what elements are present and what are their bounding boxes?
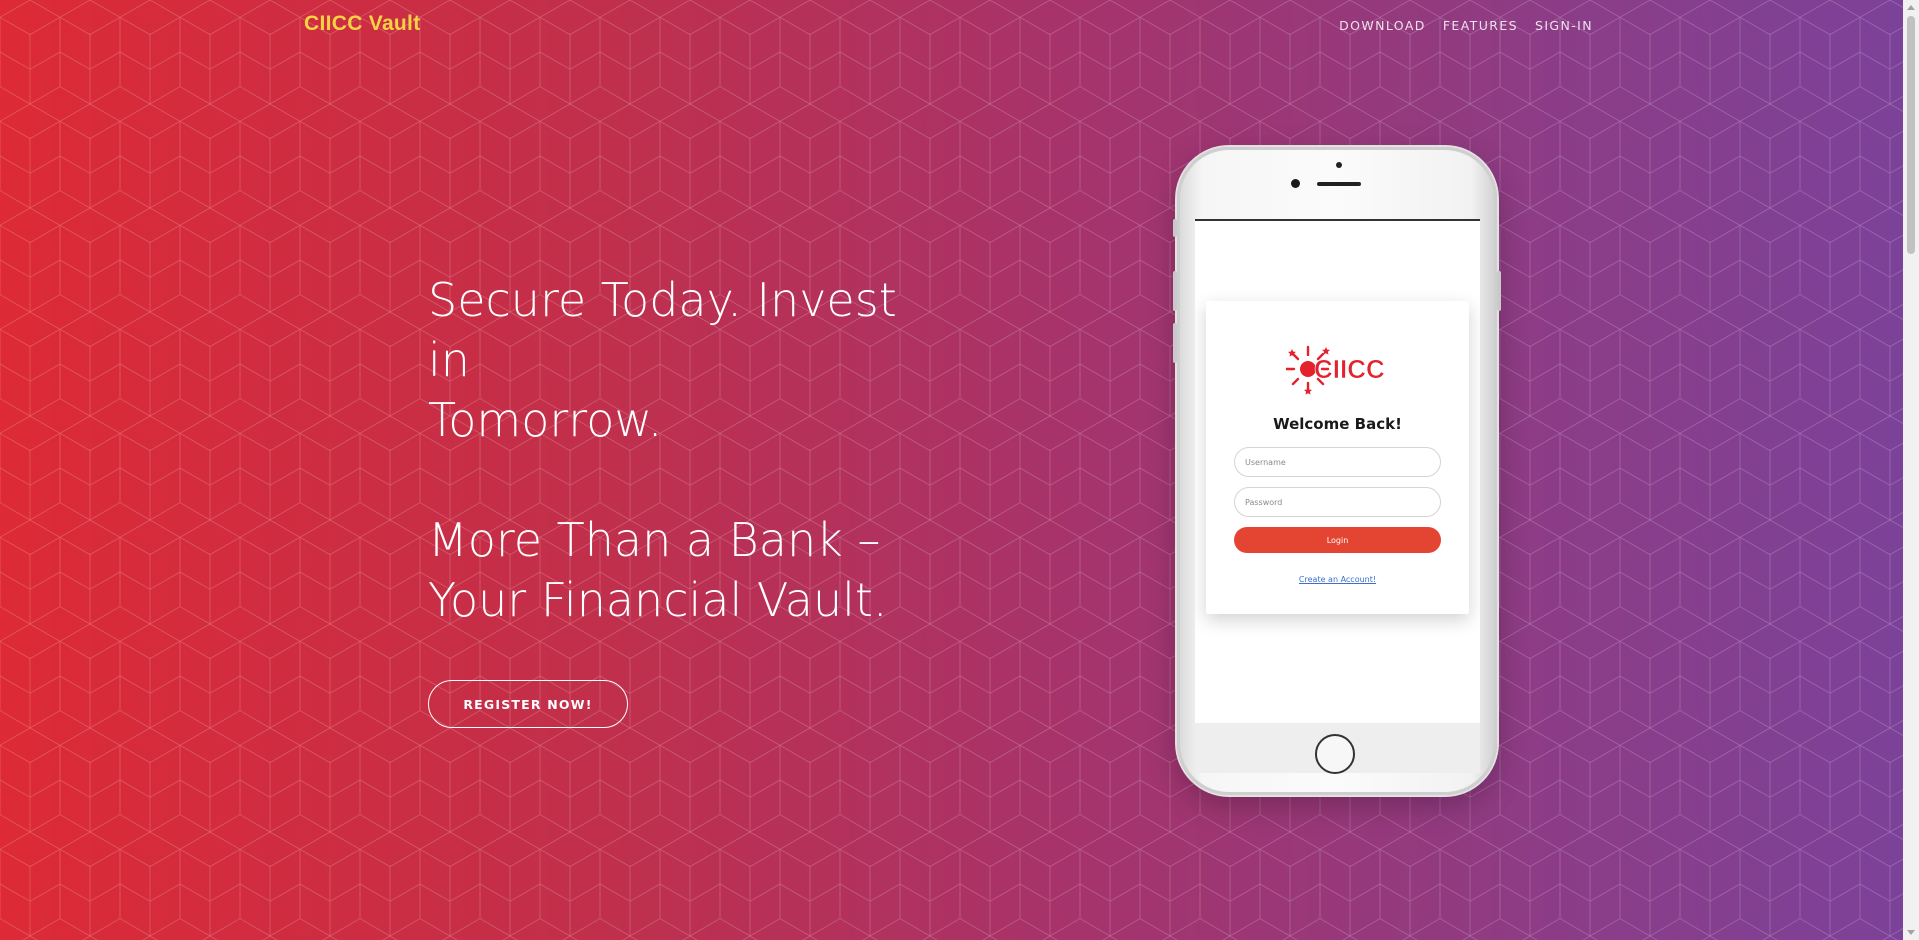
phone-power-button — [1497, 271, 1501, 311]
login-card: CIICC Welcome Back! Login Create an Acco… — [1206, 301, 1469, 614]
hero-subheadline-line2: Your Financial Vault. — [428, 573, 888, 627]
nav-sign-in[interactable]: SIGN-IN — [1535, 18, 1593, 33]
hero-headline-line1: Secure Today. Invest in — [428, 273, 897, 387]
phone-home-button — [1315, 734, 1355, 774]
hero-headline-line2: Tomorrow. — [428, 393, 663, 447]
logo-text: CIICC — [1314, 354, 1385, 384]
hero-subheadline-line1: More Than a Bank – — [428, 513, 881, 567]
phone-screen: CIICC Welcome Back! Login Create an Acco… — [1195, 219, 1480, 725]
phone-volume-down — [1173, 323, 1177, 363]
hero-text: Secure Today. Invest in Tomorrow. More T… — [428, 270, 948, 630]
phone-sensor — [1336, 162, 1342, 168]
create-account-link[interactable]: Create an Account! — [1206, 575, 1469, 584]
phone-camera-icon — [1291, 179, 1300, 188]
login-button[interactable]: Login — [1234, 527, 1441, 553]
ciicc-logo-icon: CIICC — [1286, 345, 1385, 395]
welcome-heading: Welcome Back! — [1273, 415, 1402, 433]
username-input[interactable] — [1234, 447, 1441, 477]
password-input[interactable] — [1234, 487, 1441, 517]
register-now-button[interactable]: REGISTER NOW! — [428, 680, 628, 728]
scroll-up-arrow-icon[interactable] — [1907, 5, 1915, 10]
nav-download[interactable]: DOWNLOAD — [1339, 18, 1426, 33]
phone-mute-switch — [1173, 219, 1177, 237]
nav-features[interactable]: FEATURES — [1443, 18, 1518, 33]
phone-volume-up — [1173, 271, 1177, 311]
hexagon-background-pattern — [0, 0, 1903, 940]
scroll-down-arrow-icon[interactable] — [1907, 930, 1915, 935]
brand-logo[interactable]: CIICC Vault — [304, 12, 420, 36]
top-nav: DOWNLOAD FEATURES SIGN-IN — [1339, 18, 1593, 33]
scroll-thumb[interactable] — [1907, 16, 1915, 254]
page-scrollbar[interactable] — [1903, 0, 1919, 940]
phone-mockup: CIICC Welcome Back! Login Create an Acco… — [1173, 147, 1501, 795]
phone-speaker — [1317, 182, 1361, 186]
